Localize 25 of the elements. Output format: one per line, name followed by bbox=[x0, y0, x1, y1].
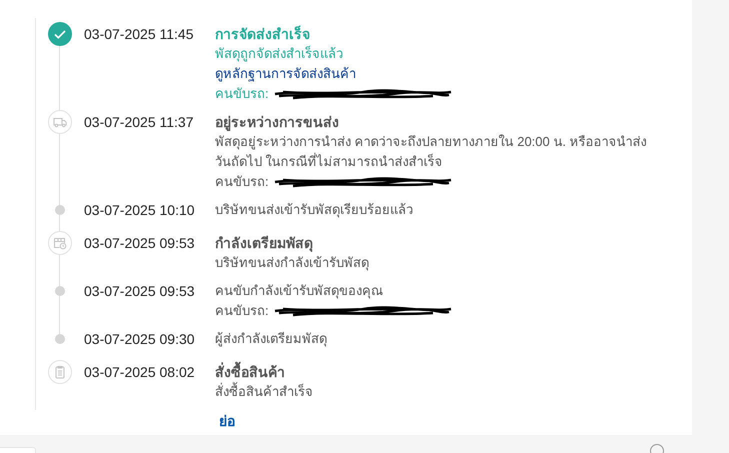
event-description: พัสดุถูกจัดส่งสำเร็จแล้ว bbox=[215, 44, 344, 64]
event-description: ผู้ส่งกำลังเตรียมพัสดุ bbox=[215, 330, 328, 348]
proof-link[interactable]: ดูหลักฐานการจัดส่งสินค้า bbox=[215, 64, 660, 84]
event-description: บริษัทขนส่งเข้ารับพัสดุเรียบร้อยแล้ว bbox=[215, 201, 414, 220]
driver-label: คนขับรถ: bbox=[215, 302, 269, 320]
collapse-link[interactable]: ย่อ bbox=[219, 410, 235, 432]
check-icon bbox=[48, 22, 72, 46]
event-title: กำลังเตรียมพัสดุ bbox=[215, 234, 314, 253]
event-time: 03-07-2025 11:45 bbox=[84, 25, 194, 44]
event-time: 03-07-2025 09:53 bbox=[84, 282, 196, 301]
event-description: พัสดุอยู่ระหว่างการนำส่ง คาดว่าจะถึงปลายทางภายใน 20:00 น. หรืออาจนำส่งวันถัดไป ในกรณีที่ไม่สามารถนำส่งสำเร็จ bbox=[215, 133, 648, 171]
event-time: 03-07-2025 10:10 bbox=[84, 201, 196, 220]
event-time: 03-07-2025 11:37 bbox=[84, 113, 194, 132]
event-time: 03-07-2025 08:02 bbox=[84, 363, 196, 382]
event-title: อยู่ระหว่างการขนส่ง bbox=[215, 113, 340, 132]
event-description: บริษัทขนส่งกำลังเข้ารับพัสดุ bbox=[215, 254, 370, 272]
event-title: สั่งซื้อสินค้า bbox=[215, 362, 660, 382]
driver-label: คนขับรถ: bbox=[215, 85, 269, 103]
event-description: สั่งซื้อสินค้าสำเร็จ bbox=[215, 382, 314, 401]
event-title: การจัดส่งสำเร็จ bbox=[215, 24, 311, 44]
clipboard-icon bbox=[48, 360, 72, 384]
event-description: คนขับกำลังเข้ารับพัสดุของคุณ bbox=[215, 282, 384, 300]
event-time: 03-07-2025 09:30 bbox=[84, 330, 196, 349]
driver-label: คนขับรถ: bbox=[215, 173, 269, 191]
event-time: 03-07-2025 09:53 bbox=[84, 234, 196, 253]
